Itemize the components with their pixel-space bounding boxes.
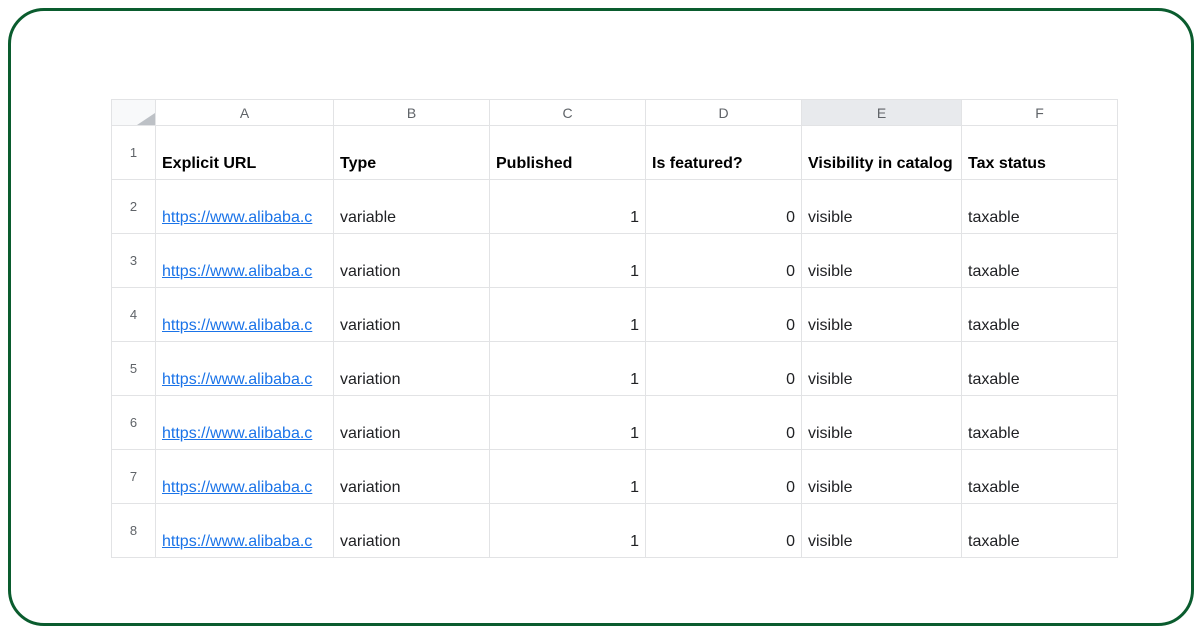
col-header-D[interactable]: D — [646, 100, 802, 126]
url-link[interactable]: https://www.alibaba.c — [162, 533, 312, 550]
url-link[interactable]: https://www.alibaba.c — [162, 317, 312, 334]
cell-C1[interactable]: Published — [490, 126, 646, 180]
table-row: 5 https://www.alibaba.c variation 1 0 vi… — [112, 342, 1118, 396]
url-link[interactable]: https://www.alibaba.c — [162, 479, 312, 496]
cell-visibility[interactable]: visible — [802, 180, 962, 234]
cell-published[interactable]: 1 — [490, 180, 646, 234]
cell-visibility[interactable]: visible — [802, 288, 962, 342]
cell-visibility[interactable]: visible — [802, 396, 962, 450]
cell-featured[interactable]: 0 — [646, 450, 802, 504]
table-row: 3 https://www.alibaba.c variation 1 0 vi… — [112, 234, 1118, 288]
cell-published[interactable]: 1 — [490, 342, 646, 396]
cell-featured[interactable]: 0 — [646, 234, 802, 288]
cell-tax[interactable]: taxable — [962, 396, 1118, 450]
cell-published[interactable]: 1 — [490, 234, 646, 288]
cell-featured[interactable]: 0 — [646, 342, 802, 396]
col-header-C[interactable]: C — [490, 100, 646, 126]
table-row: 8 https://www.alibaba.c variation 1 0 vi… — [112, 504, 1118, 558]
cell-url[interactable]: https://www.alibaba.c — [156, 234, 334, 288]
cell-url[interactable]: https://www.alibaba.c — [156, 288, 334, 342]
spreadsheet: A B C D E F 1 Explicit URL Type Publishe… — [111, 99, 1091, 558]
cell-tax[interactable]: taxable — [962, 288, 1118, 342]
cell-url[interactable]: https://www.alibaba.c — [156, 504, 334, 558]
cell-published[interactable]: 1 — [490, 288, 646, 342]
cell-featured[interactable]: 0 — [646, 180, 802, 234]
cell-tax[interactable]: taxable — [962, 342, 1118, 396]
cell-F1[interactable]: Tax status — [962, 126, 1118, 180]
cell-url[interactable]: https://www.alibaba.c — [156, 342, 334, 396]
cell-visibility[interactable]: visible — [802, 234, 962, 288]
url-link[interactable]: https://www.alibaba.c — [162, 371, 312, 388]
cell-published[interactable]: 1 — [490, 504, 646, 558]
cell-type[interactable]: variation — [334, 288, 490, 342]
cell-type[interactable]: variable — [334, 180, 490, 234]
row-number[interactable]: 8 — [112, 504, 156, 558]
cell-url[interactable]: https://www.alibaba.c — [156, 180, 334, 234]
url-link[interactable]: https://www.alibaba.c — [162, 425, 312, 442]
row-number[interactable]: 3 — [112, 234, 156, 288]
col-header-E[interactable]: E — [802, 100, 962, 126]
cell-type[interactable]: variation — [334, 234, 490, 288]
frame-border: A B C D E F 1 Explicit URL Type Publishe… — [8, 8, 1194, 626]
row-number[interactable]: 4 — [112, 288, 156, 342]
select-all-corner[interactable] — [112, 100, 156, 126]
cell-featured[interactable]: 0 — [646, 396, 802, 450]
col-header-B[interactable]: B — [334, 100, 490, 126]
cell-B1[interactable]: Type — [334, 126, 490, 180]
cell-type[interactable]: variation — [334, 450, 490, 504]
cell-D1[interactable]: Is featured? — [646, 126, 802, 180]
row-number[interactable]: 5 — [112, 342, 156, 396]
cell-type[interactable]: variation — [334, 504, 490, 558]
row-number[interactable]: 2 — [112, 180, 156, 234]
column-header-row: A B C D E F — [112, 100, 1118, 126]
cell-type[interactable]: variation — [334, 396, 490, 450]
cell-tax[interactable]: taxable — [962, 234, 1118, 288]
cell-published[interactable]: 1 — [490, 450, 646, 504]
cell-E1[interactable]: Visibility in catalog — [802, 126, 962, 180]
cell-visibility[interactable]: visible — [802, 504, 962, 558]
row-number[interactable]: 7 — [112, 450, 156, 504]
row-number[interactable]: 1 — [112, 126, 156, 180]
cell-featured[interactable]: 0 — [646, 504, 802, 558]
cell-url[interactable]: https://www.alibaba.c — [156, 396, 334, 450]
cell-A1[interactable]: Explicit URL — [156, 126, 334, 180]
cell-visibility[interactable]: visible — [802, 450, 962, 504]
cell-tax[interactable]: taxable — [962, 504, 1118, 558]
table-row: 4 https://www.alibaba.c variation 1 0 vi… — [112, 288, 1118, 342]
cell-featured[interactable]: 0 — [646, 288, 802, 342]
col-header-F[interactable]: F — [962, 100, 1118, 126]
cell-visibility[interactable]: visible — [802, 342, 962, 396]
cell-published[interactable]: 1 — [490, 396, 646, 450]
cell-tax[interactable]: taxable — [962, 450, 1118, 504]
table-row: 6 https://www.alibaba.c variation 1 0 vi… — [112, 396, 1118, 450]
table-row: 1 Explicit URL Type Published Is feature… — [112, 126, 1118, 180]
row-number[interactable]: 6 — [112, 396, 156, 450]
url-link[interactable]: https://www.alibaba.c — [162, 209, 312, 226]
spreadsheet-grid[interactable]: A B C D E F 1 Explicit URL Type Publishe… — [111, 99, 1118, 558]
cell-url[interactable]: https://www.alibaba.c — [156, 450, 334, 504]
url-link[interactable]: https://www.alibaba.c — [162, 263, 312, 280]
table-row: 2 https://www.alibaba.c variable 1 0 vis… — [112, 180, 1118, 234]
table-row: 7 https://www.alibaba.c variation 1 0 vi… — [112, 450, 1118, 504]
cell-type[interactable]: variation — [334, 342, 490, 396]
cell-tax[interactable]: taxable — [962, 180, 1118, 234]
col-header-A[interactable]: A — [156, 100, 334, 126]
